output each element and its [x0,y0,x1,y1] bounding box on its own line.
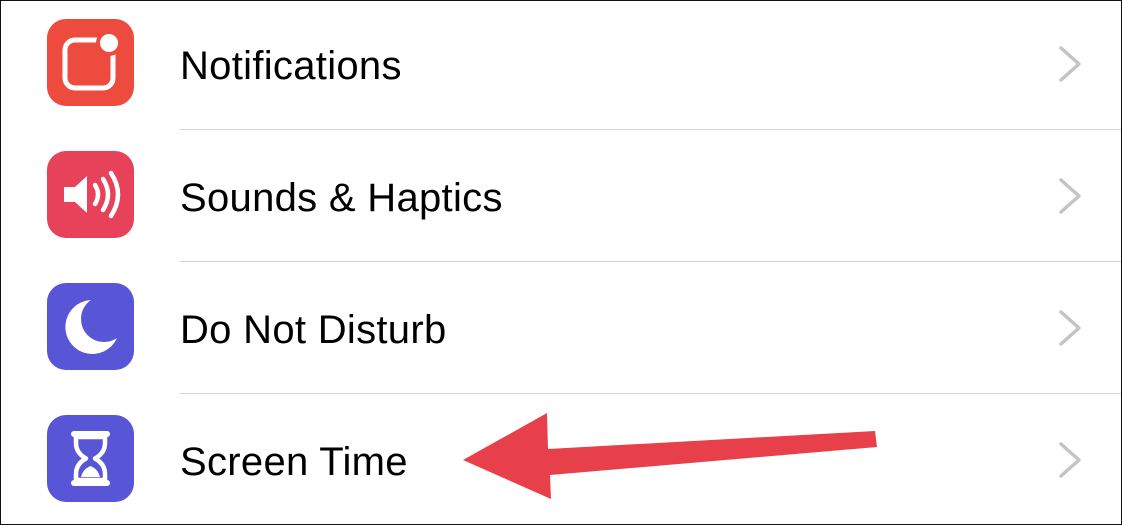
row-separator [180,129,1121,130]
chevron-right-icon [1059,442,1081,478]
settings-row-screen-time[interactable]: Screen Time [1,395,1121,524]
settings-row-notifications[interactable]: Notifications [1,1,1121,131]
settings-row-label: Screen Time [180,440,408,484]
row-separator [180,393,1121,394]
chevron-right-icon [1059,178,1081,214]
settings-row-do-not-disturb[interactable]: Do Not Disturb [1,263,1121,395]
settings-row-label: Do Not Disturb [180,308,447,352]
settings-row-sounds-haptics[interactable]: Sounds & Haptics [1,131,1121,263]
moon-icon [47,283,134,370]
hourglass-icon [47,415,134,502]
chevron-right-icon [1059,310,1081,346]
chevron-right-icon [1059,46,1081,82]
settings-list: Notifications Sounds & Haptics Do Not Di… [0,0,1122,525]
settings-row-label: Notifications [180,44,402,88]
speaker-icon [47,151,134,238]
notifications-icon [47,19,134,106]
row-separator [180,261,1121,262]
settings-row-label: Sounds & Haptics [180,176,503,220]
